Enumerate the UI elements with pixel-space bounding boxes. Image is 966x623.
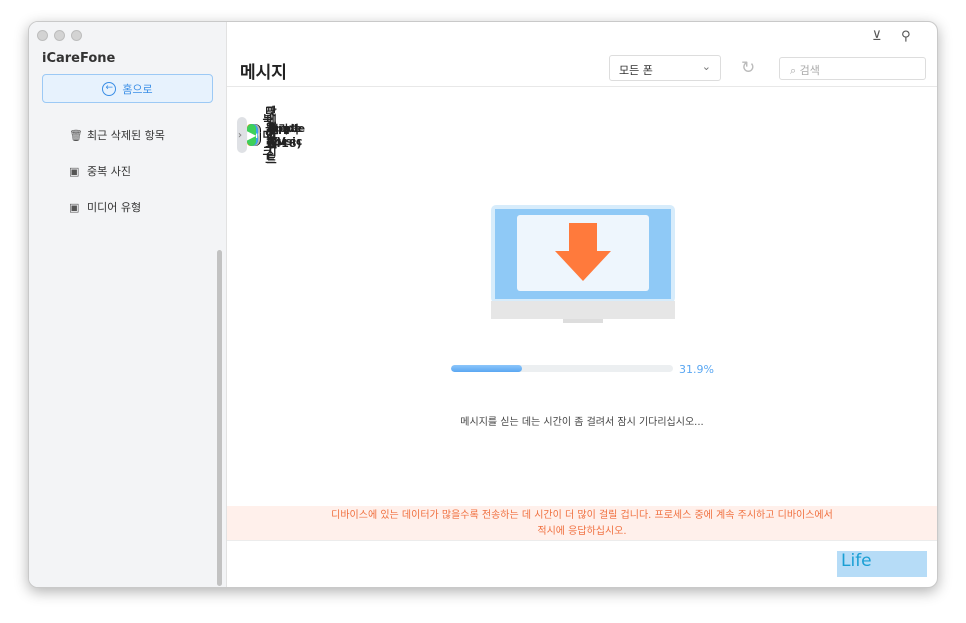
page-title: 메시지 <box>240 63 287 83</box>
progress-percent: 31.9% <box>679 363 714 376</box>
home-button[interactable]: ← 홈으로 <box>42 74 213 103</box>
search-placeholder: 검색 <box>799 64 820 77</box>
user-icon[interactable]: ⚲ <box>901 29 911 44</box>
app-name: iCareFone <box>42 51 116 66</box>
watermark-logo: Life <box>837 551 927 577</box>
trash-icon: 🗑 <box>69 128 83 142</box>
search-icon: ⌕ <box>790 64 800 77</box>
sidebar: iCareFone ←홈으로 🗑최근 삭제된 항목▣중복 사진▣미디어 유형›♫… <box>29 22 305 587</box>
download-icon[interactable]: ⊻ <box>872 29 882 44</box>
sidebar-item[interactable]: ▣ 미디어 유형 <box>29 189 225 225</box>
loading-message: 메시지를 싣는 데는 시간이 좀 걸려서 잠시 기다리십시오... <box>460 417 704 428</box>
app-window: iCareFone ←홈으로 🗑최근 삭제된 항목▣중복 사진▣미디어 유형›♫… <box>28 21 938 588</box>
sidebar-scrollbar[interactable] <box>217 250 222 586</box>
window-controls <box>37 30 82 41</box>
minimize-button[interactable] <box>54 30 65 41</box>
device-select[interactable]: 모든 폰 ⌄ <box>609 55 721 81</box>
close-button[interactable] <box>37 30 48 41</box>
sidebar-nav: 🗑최근 삭제된 항목▣중복 사진▣미디어 유형›♫Apple Music›tvA… <box>29 105 305 225</box>
watermark-text: Life <box>841 551 872 571</box>
warning-line-2: 적시에 응답하십시오. <box>537 526 627 537</box>
sidebar-item-label: 최근 삭제된 항목 <box>87 129 165 142</box>
sidebar-item[interactable]: ▣ 중복 사진 <box>29 153 225 189</box>
zoom-button[interactable] <box>71 30 82 41</box>
progress-bar <box>451 365 673 372</box>
warning-line-1: 디바이스에 있는 데이터가 많을수록 전송하는 데 시간이 더 많이 걸릴 겁니… <box>331 510 833 521</box>
photos-icon: ▣ <box>69 200 80 214</box>
chevron-down-icon: ⌄ <box>701 60 711 73</box>
arrow-left-icon: ← <box>102 81 117 96</box>
sidebar-item[interactable]: 🗑 최근 삭제된 항목 <box>29 117 225 153</box>
sidebar-item-label: 미디어 유형 <box>87 201 142 214</box>
main-panel: ⊻ ⚲ 메시지 모든 폰 ⌄ ↻ ⌕ 검색 31.9% 메시지를 싣는 데는 시간… <box>227 22 937 587</box>
photos-icon: ▣ <box>69 164 80 178</box>
progress-fill <box>451 365 522 372</box>
warning-banner: 디바이스에 있는 데이터가 많을수록 전송하는 데 시간이 더 많이 걸릴 겁니… <box>227 506 937 541</box>
computer-download-illustration <box>491 205 675 323</box>
sidebar-item-label: 중복 사진 <box>87 165 131 178</box>
home-label: 홈으로 <box>122 82 153 96</box>
refresh-icon[interactable]: ↻ <box>741 58 755 78</box>
search-input[interactable]: ⌕ 검색 <box>779 57 926 80</box>
device-select-value: 모든 폰 <box>619 64 653 77</box>
divider <box>227 86 937 87</box>
